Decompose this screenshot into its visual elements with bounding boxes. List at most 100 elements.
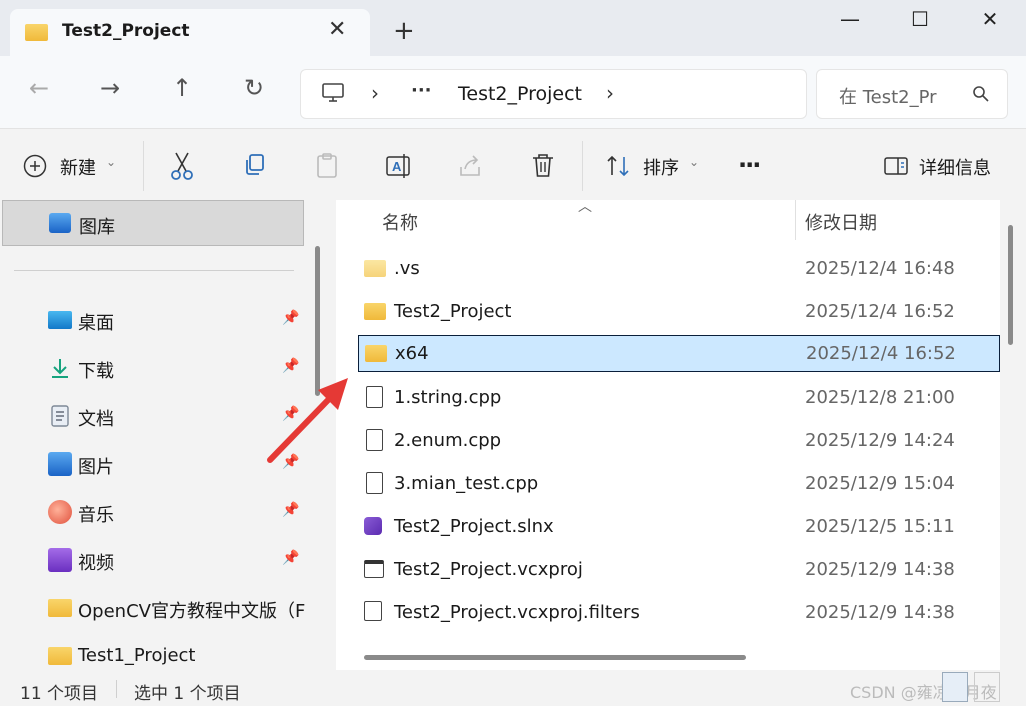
search-input[interactable]: 在 Test2_Pr [839,83,937,109]
file-date: 2025/12/5 15:11 [805,516,955,537]
file-row[interactable]: Test2_Project.vcxproj 2025/12/9 14:38 [336,549,1000,589]
tab-active[interactable]: Test2_Project ✕ [10,9,370,56]
toolbar-divider [582,141,583,191]
toolbar-divider [143,141,144,191]
sidebar-item-music[interactable]: 音乐 📌 [0,492,310,532]
close-window-button[interactable]: ✕ [970,6,1010,32]
sidebar-item-label: 下载 [78,361,114,382]
desktop-icon [48,311,72,329]
minimize-button[interactable]: — [830,6,870,32]
cut-icon[interactable] [168,151,196,181]
paste-icon[interactable] [313,151,341,181]
pin-icon: 📌 [282,550,300,566]
more-options-button[interactable]: ··· [738,151,761,179]
sidebar-item-gallery[interactable]: 图库 [2,200,304,246]
sidebar-item-label: OpenCV官方教程中文版（F [78,601,305,622]
cpp-file-icon [366,429,383,451]
chevron-down-icon: ⌄ [689,155,700,169]
share-icon[interactable] [457,151,485,181]
column-header-date[interactable]: 修改日期 [805,209,877,235]
rename-icon[interactable]: A [384,151,412,181]
column-header-name[interactable]: 名称 [382,209,418,235]
file-date: 2025/12/4 16:52 [805,301,955,322]
sidebar-item-folder[interactable]: OpenCV官方教程中文版（F [0,588,305,628]
sidebar-item-desktop[interactable]: 桌面 📌 [0,300,310,340]
file-name: Test2_Project.slnx [394,516,554,537]
sort-button[interactable]: 排序 ⌄ [605,149,705,183]
navigation-bar: ← → ↑ ↻ › ··· Test2_Project › 在 Test2_Pr [0,56,1026,128]
copy-icon[interactable] [241,151,269,181]
new-button[interactable]: 新建 ⌄ [22,149,122,183]
gallery-icon [49,213,71,233]
document-icon [51,405,69,427]
pin-icon: 📌 [282,502,300,518]
refresh-button[interactable]: ↻ [236,70,272,106]
tiles-view-button[interactable] [974,672,1000,702]
command-bar: 新建 ⌄ A 排序 ⌄ ··· 详细信息 [0,128,1026,201]
file-row[interactable]: 2.enum.cpp 2025/12/9 14:24 [336,420,1000,460]
file-date: 2025/12/4 16:52 [806,343,956,364]
cpp-file-icon [366,386,383,408]
details-view-button[interactable] [942,672,968,702]
vertical-scrollbar[interactable] [1008,225,1013,345]
chevron-right-icon[interactable]: › [371,81,379,105]
file-row[interactable]: .vs 2025/12/4 16:48 [336,248,1000,288]
search-box[interactable]: 在 Test2_Pr [816,69,1008,119]
maximize-button[interactable]: ☐ [900,6,940,32]
file-date: 2025/12/8 21:00 [805,387,955,408]
chevron-right-icon[interactable]: › [606,81,614,105]
breadcrumb-current[interactable]: Test2_Project [458,83,582,105]
annotation-arrow [267,378,348,463]
sort-icon [607,155,629,177]
new-label: 新建 [60,158,96,179]
file-row[interactable]: Test2_Project.vcxproj.filters 2025/12/9 … [336,592,1000,632]
search-icon[interactable] [972,85,990,103]
horizontal-scrollbar[interactable] [364,655,746,660]
tab-title: Test2_Project [62,21,190,41]
folder-icon [48,647,72,665]
folder-icon [364,303,386,320]
tab-close-button[interactable]: ✕ [328,15,346,45]
pictures-icon [48,452,72,476]
file-date: 2025/12/9 14:38 [805,559,955,580]
sort-label: 排序 [643,158,679,179]
details-label: 详细信息 [919,158,991,179]
file-name: x64 [395,343,429,364]
sidebar-item-videos[interactable]: 视频 📌 [0,540,310,580]
file-name: 2.enum.cpp [394,430,502,451]
folder-icon [364,260,386,277]
chevron-down-icon: ⌄ [106,155,117,169]
pin-icon: 📌 [282,310,300,326]
file-name: Test2_Project.vcxproj [394,559,583,580]
forward-button[interactable]: → [92,70,128,106]
back-button[interactable]: ← [21,70,57,106]
sidebar-item-label: 文档 [78,409,114,430]
file-row[interactable]: 1.string.cpp 2025/12/8 21:00 [336,377,1000,417]
cpp-file-icon [366,472,383,494]
file-row[interactable]: Test2_Project.slnx 2025/12/5 15:11 [336,506,1000,546]
file-date: 2025/12/9 15:04 [805,473,955,494]
file-date: 2025/12/9 14:38 [805,602,955,623]
item-count: 11 个项目 [20,684,99,704]
file-date: 2025/12/4 16:48 [805,258,955,279]
file-row[interactable]: Test2_Project 2025/12/4 16:52 [336,291,1000,331]
file-date: 2025/12/9 14:24 [805,430,955,451]
file-row-selected[interactable]: x64 2025/12/4 16:52 [358,335,1000,372]
details-button[interactable]: 详细信息 [883,149,1003,183]
file-row[interactable]: 3.mian_test.cpp 2025/12/9 15:04 [336,463,1000,503]
sidebar-item-label: 音乐 [78,505,114,526]
status-divider [116,680,117,698]
folder-icon [48,599,72,617]
file-name: .vs [394,258,420,279]
up-button[interactable]: ↑ [164,70,200,106]
new-tab-button[interactable]: + [393,16,415,46]
delete-icon[interactable] [529,151,557,181]
sidebar-divider [14,270,294,271]
address-bar[interactable]: › ··· Test2_Project › [300,69,807,119]
sidebar-item-label: 视频 [78,553,114,574]
download-icon [52,359,68,378]
breadcrumb-more[interactable]: ··· [411,80,432,101]
status-bar: 11 个项目 选中 1 个项目 CSDN @雍凉明月夜 [0,670,1026,706]
file-name: Test2_Project.vcxproj.filters [394,602,640,623]
title-bar: Test2_Project ✕ + — ☐ ✕ [0,0,1026,56]
